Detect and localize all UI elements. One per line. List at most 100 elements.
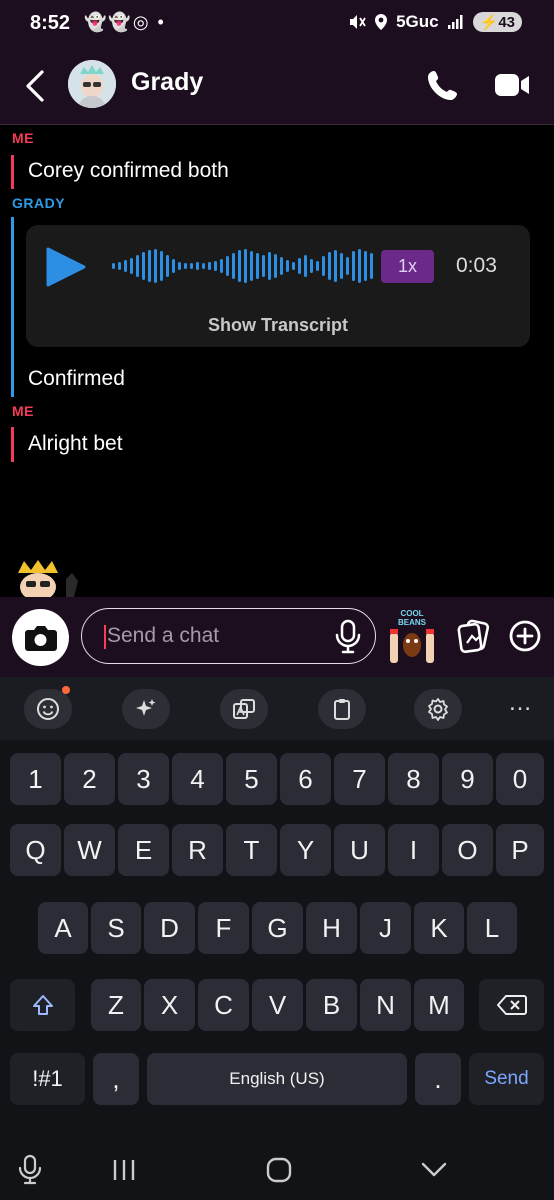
microphone-icon[interactable] xyxy=(334,619,362,655)
key-s[interactable]: S xyxy=(91,902,141,954)
key-v[interactable]: V xyxy=(252,979,303,1031)
backspace-icon xyxy=(496,995,527,1015)
key-8[interactable]: 8 xyxy=(388,753,439,805)
key-l[interactable]: L xyxy=(467,902,517,954)
sticker-art-icon xyxy=(390,629,434,663)
key-t[interactable]: T xyxy=(226,824,277,876)
key-3[interactable]: 3 xyxy=(118,753,169,805)
key-c[interactable]: C xyxy=(198,979,249,1031)
battery-indicator: ⚡43 xyxy=(472,12,522,32)
message-text[interactable]: Confirmed xyxy=(28,367,125,391)
emoji-button[interactable] xyxy=(24,689,72,729)
sparkle-icon xyxy=(136,699,156,716)
key-4[interactable]: 4 xyxy=(172,753,223,805)
clipboard-button[interactable] xyxy=(318,689,366,729)
add-plus-icon[interactable] xyxy=(508,619,542,653)
status-right-group: 5Guc ⚡43 xyxy=(348,12,522,32)
hide-keyboard-chevron-down-icon[interactable] xyxy=(416,1152,452,1188)
keyboard-mic-icon[interactable] xyxy=(12,1152,48,1188)
audio-waveform[interactable] xyxy=(112,245,374,287)
key-w[interactable]: W xyxy=(64,824,115,876)
key-r[interactable]: R xyxy=(172,824,223,876)
space-bar[interactable]: English (US) xyxy=(147,1053,407,1105)
emoji-icon xyxy=(37,698,59,720)
key-6[interactable]: 6 xyxy=(280,753,331,805)
phone-call-icon[interactable] xyxy=(426,68,460,102)
more-options-button[interactable]: … xyxy=(500,691,540,723)
key-1[interactable]: 1 xyxy=(10,753,61,805)
typing-bitmoji-icon xyxy=(18,560,78,597)
chat-header: Grady xyxy=(0,52,554,125)
key-k[interactable]: K xyxy=(414,902,464,954)
message-text[interactable]: Corey confirmed both xyxy=(28,159,229,183)
gear-icon xyxy=(428,698,448,721)
key-n[interactable]: N xyxy=(360,979,411,1031)
text-cursor xyxy=(104,625,106,649)
key-5[interactable]: 5 xyxy=(226,753,277,805)
key-d[interactable]: D xyxy=(144,902,195,954)
status-bar: 8:52 👻👻◎ • 5Guc ⚡43 xyxy=(0,0,554,52)
symbols-key[interactable]: !#1 xyxy=(10,1053,85,1105)
key-7[interactable]: 7 xyxy=(334,753,385,805)
cool-beans-sticker-button[interactable]: COOL BEANS xyxy=(386,609,438,665)
back-arrow-icon[interactable] xyxy=(22,68,52,104)
backspace-key[interactable] xyxy=(479,979,544,1031)
key-2[interactable]: 2 xyxy=(64,753,115,805)
key-9[interactable]: 9 xyxy=(442,753,493,805)
key-0[interactable]: 0 xyxy=(496,753,544,805)
key-f[interactable]: F xyxy=(198,902,249,954)
notification-icons: 👻👻◎ • xyxy=(84,12,166,32)
camera-icon xyxy=(25,626,57,651)
key-p[interactable]: P xyxy=(496,824,544,876)
signal-icon xyxy=(447,15,463,29)
key-a[interactable]: A xyxy=(38,902,88,954)
system-nav-bar xyxy=(0,1140,554,1200)
chat-thread: ME Corey confirmed both GRADY 1x 0:03 Sh… xyxy=(0,125,554,597)
key-x[interactable]: X xyxy=(144,979,195,1031)
playback-speed-button[interactable]: 1x xyxy=(381,250,434,283)
network-label: 5Guc xyxy=(396,12,439,31)
key-u[interactable]: U xyxy=(334,824,385,876)
key-e[interactable]: E xyxy=(118,824,169,876)
clipboard-icon xyxy=(334,699,350,720)
period-key[interactable]: . xyxy=(415,1053,461,1105)
keyboard: 1 2 3 4 5 6 7 8 9 0 Q W E R T Y U I O P … xyxy=(0,740,554,1140)
shift-key[interactable] xyxy=(10,979,75,1031)
key-g[interactable]: G xyxy=(252,902,303,954)
cards-icon[interactable] xyxy=(456,619,490,653)
key-i[interactable]: I xyxy=(388,824,439,876)
key-q[interactable]: Q xyxy=(10,824,61,876)
translate-button[interactable] xyxy=(220,689,268,729)
show-transcript-button[interactable]: Show Transcript xyxy=(26,315,530,336)
video-call-icon[interactable] xyxy=(494,70,530,100)
key-o[interactable]: O xyxy=(442,824,493,876)
voice-note[interactable]: 1x 0:03 Show Transcript xyxy=(26,225,530,347)
bitmoji-avatar-icon xyxy=(68,60,116,108)
key-b[interactable]: B xyxy=(306,979,357,1031)
key-m[interactable]: M xyxy=(414,979,464,1031)
key-j[interactable]: J xyxy=(360,902,411,954)
voice-note-duration: 0:03 xyxy=(456,254,497,277)
camera-button[interactable] xyxy=(12,609,69,666)
chat-input[interactable]: Send a chat xyxy=(81,608,376,664)
play-icon[interactable] xyxy=(44,246,86,288)
home-icon[interactable] xyxy=(261,1152,297,1188)
message-bar-grady xyxy=(11,217,14,397)
contact-avatar[interactable] xyxy=(68,60,116,108)
comma-key[interactable]: , xyxy=(93,1053,139,1105)
send-key[interactable]: Send xyxy=(469,1053,544,1105)
message-bar-me xyxy=(11,427,14,462)
ai-sparkle-button[interactable] xyxy=(122,689,170,729)
sender-label-me: ME xyxy=(12,130,34,146)
key-h[interactable]: H xyxy=(306,902,357,954)
keyboard-settings-button[interactable] xyxy=(414,689,462,729)
key-y[interactable]: Y xyxy=(280,824,331,876)
shift-icon xyxy=(32,995,53,1015)
chat-input-placeholder: Send a chat xyxy=(107,624,220,647)
message-text[interactable]: Alright bet xyxy=(28,432,123,456)
chat-composer: Send a chat COOL BEANS xyxy=(0,597,554,677)
contact-name[interactable]: Grady xyxy=(131,68,203,97)
recent-apps-icon[interactable] xyxy=(106,1152,142,1188)
status-time: 8:52 xyxy=(30,12,71,34)
key-z[interactable]: Z xyxy=(91,979,141,1031)
